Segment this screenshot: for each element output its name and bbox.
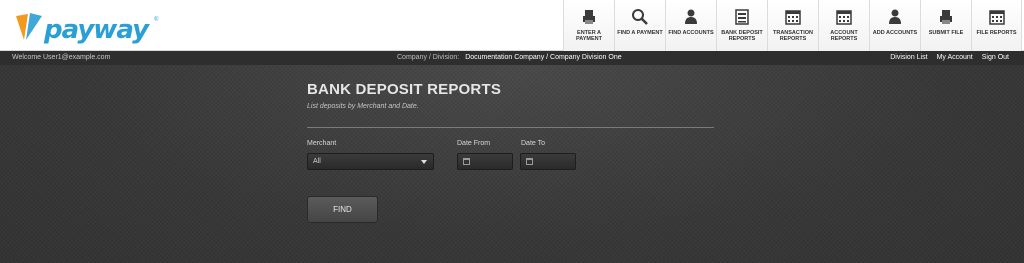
nav-bank-deposit-reports-button[interactable]: BANK DEPOSIT REPORTS	[716, 0, 767, 51]
user-icon	[685, 9, 697, 24]
payway-logo-mark-icon	[16, 13, 42, 40]
user-info-bar: Welcome User1@example.com Company / Divi…	[0, 51, 1024, 65]
nav-label: FIND ACCOUNTS	[668, 30, 714, 36]
nav-find-a-payment-button[interactable]: FIND A PAYMENT	[614, 0, 665, 51]
merchant-select-value: All	[313, 158, 321, 165]
date-from-label: Date From	[457, 140, 491, 147]
date-to-field[interactable]	[520, 153, 576, 170]
nav-file-reports-button[interactable]: FILE REPORTS	[971, 0, 1022, 51]
registered-mark: ®	[154, 17, 159, 23]
nav-enter-a-payment-button[interactable]: ENTER A PAYMENT	[563, 0, 614, 51]
nav-label: FILE REPORTS	[976, 30, 1017, 36]
nav-submit-file-button[interactable]: SUBMIT FILE	[920, 0, 971, 51]
find-button[interactable]: FIND	[307, 196, 378, 223]
nav-add-accounts-button[interactable]: ADD ACCOUNTS	[869, 0, 920, 51]
date-from-field[interactable]	[457, 153, 513, 170]
calendar-icon	[988, 10, 1005, 25]
chevron-down-icon	[421, 160, 427, 164]
nav-label: ADD ACCOUNTS	[872, 30, 918, 36]
main-content: BANK DEPOSIT REPORTS List deposits by Me…	[0, 65, 1024, 263]
user-icon	[889, 9, 901, 24]
calendar-icon	[785, 10, 801, 25]
printer-icon	[940, 10, 952, 24]
sign-out-link[interactable]: Sign Out	[982, 51, 1009, 65]
printer-icon	[583, 10, 595, 24]
bank-printer-icon	[735, 9, 749, 25]
nav-account-reports-button[interactable]: ACCOUNT REPORTS	[818, 0, 869, 51]
company-division-label: Company / Division:	[397, 54, 460, 61]
divider	[307, 127, 714, 128]
payway-logo[interactable]: payway ®	[14, 10, 158, 45]
main-nav: ENTER A PAYMENT FIND A PAYMENT FIND ACCO…	[563, 0, 1022, 51]
nav-label: BANK DEPOSIT REPORTS	[721, 30, 763, 42]
nav-label: TRANSACTION REPORTS	[772, 30, 814, 42]
page-subtitle: List deposits by Merchant and Date.	[307, 103, 419, 110]
welcome-text: Welcome User1@example.com	[12, 54, 111, 61]
calendar-icon	[526, 158, 533, 165]
nav-find-accounts-button[interactable]: FIND ACCOUNTS	[665, 0, 716, 51]
company-division-value: Documentation Company / Company Division…	[465, 54, 622, 61]
account-links: Division List My Account Sign Out	[890, 51, 1009, 65]
company-division: Company / Division: Documentation Compan…	[397, 51, 622, 65]
nav-label: ENTER A PAYMENT	[576, 30, 602, 42]
my-account-link[interactable]: My Account	[937, 51, 973, 65]
search-icon	[632, 9, 648, 25]
merchant-select[interactable]: All	[307, 153, 434, 170]
brand-name: payway	[44, 15, 149, 45]
top-header: payway ® ENTER A PAYMENT FIND A PAYMENT …	[0, 0, 1024, 51]
merchant-label: Merchant	[307, 140, 337, 147]
date-to-label: Date To	[521, 140, 545, 147]
calendar-icon	[836, 10, 852, 25]
page-title: BANK DEPOSIT REPORTS	[307, 81, 502, 98]
nav-transaction-reports-button[interactable]: TRANSACTION REPORTS	[767, 0, 818, 51]
calendar-icon	[463, 158, 470, 165]
division-list-link[interactable]: Division List	[890, 51, 927, 65]
nav-label: SUBMIT FILE	[928, 30, 964, 36]
nav-label: FIND A PAYMENT	[617, 30, 663, 36]
nav-label: ACCOUNT REPORTS	[830, 30, 858, 42]
